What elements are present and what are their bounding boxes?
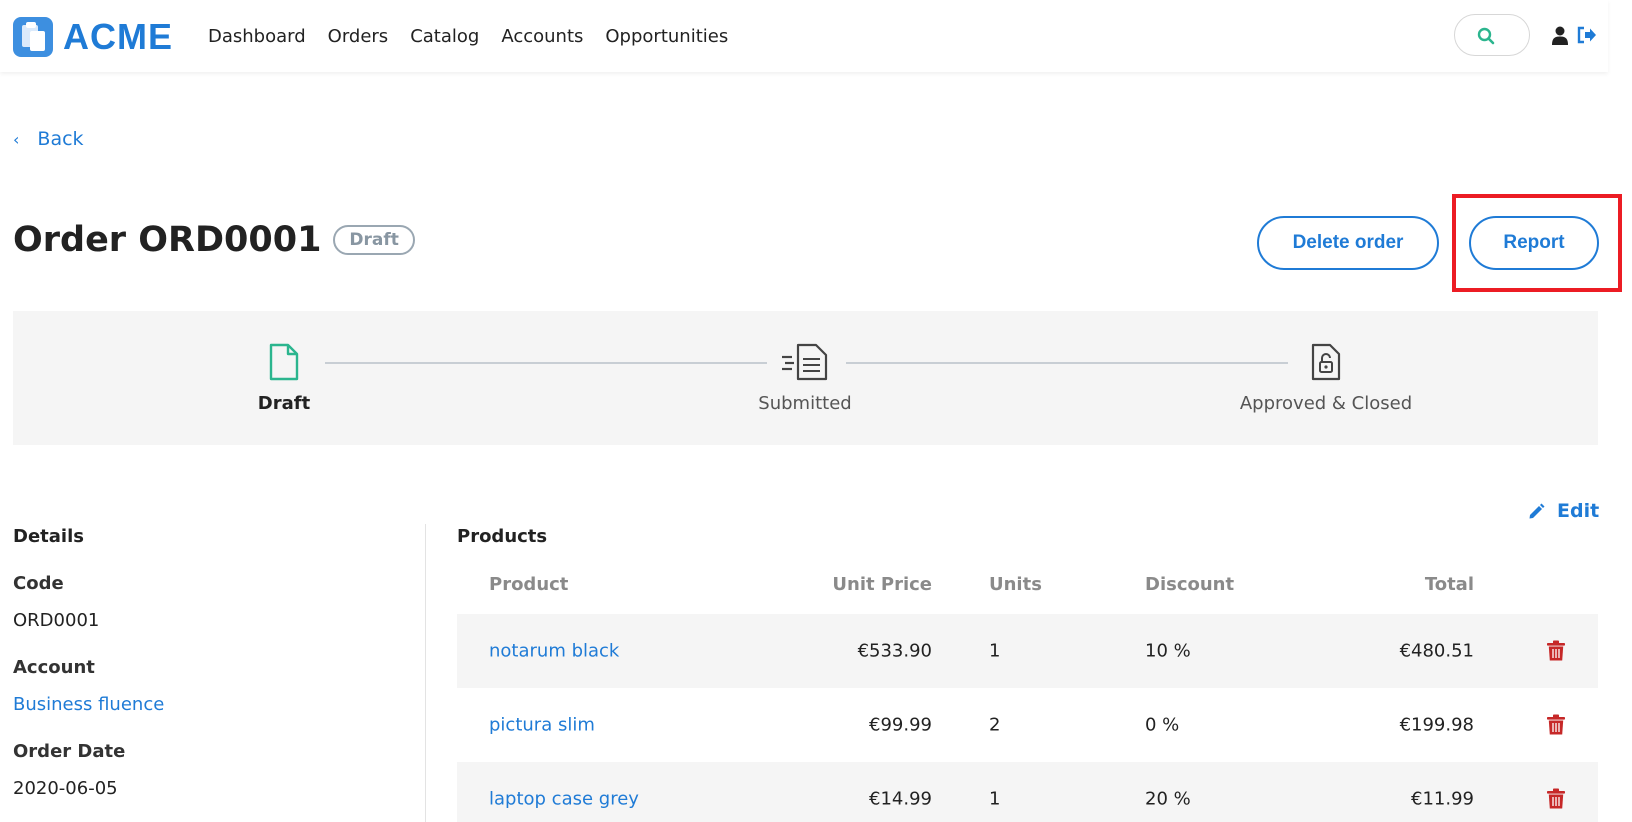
- step-label: Submitted: [758, 393, 852, 414]
- nav-item-dashboard[interactable]: Dashboard: [208, 26, 306, 47]
- trash-icon[interactable]: [1547, 640, 1565, 662]
- status-badge: Draft: [333, 225, 415, 255]
- brand-logo[interactable]: ACME: [13, 16, 173, 58]
- table-header: Product Unit Price Units Discount Total: [457, 562, 1598, 614]
- document-icon: [269, 343, 299, 381]
- discount: 20 %: [1145, 788, 1191, 810]
- unit-price: €533.90: [857, 640, 932, 662]
- nav-item-opportunities[interactable]: Opportunities: [605, 26, 728, 47]
- lock-document-icon: [1311, 343, 1341, 381]
- trash-icon[interactable]: [1547, 714, 1565, 736]
- search-button[interactable]: [1454, 14, 1530, 56]
- total: €199.98: [1399, 714, 1474, 736]
- step-label: Approved & Closed: [1239, 393, 1413, 414]
- product-link[interactable]: laptop case grey: [489, 789, 639, 810]
- back-link[interactable]: ‹ Back: [13, 128, 84, 150]
- step-approved-closed: Approved & Closed: [1206, 343, 1446, 414]
- nav-item-accounts[interactable]: Accounts: [501, 26, 583, 47]
- nav-item-orders[interactable]: Orders: [328, 26, 389, 47]
- table-row: notarum black €533.90 1 10 % €480.51: [457, 614, 1598, 688]
- units: 1: [989, 788, 1001, 810]
- chevron-left-icon: ‹: [13, 129, 20, 149]
- logo-icon: [13, 17, 53, 57]
- brand-name: ACME: [63, 16, 173, 57]
- products-table: Product Unit Price Units Discount Total …: [457, 562, 1598, 822]
- step-draft: Draft: [164, 343, 404, 414]
- col-total: Total: [1424, 574, 1474, 595]
- details-title: Details: [13, 526, 84, 547]
- discount: 0 %: [1145, 714, 1180, 736]
- highlight-box: [1452, 194, 1622, 292]
- code-label: Code: [13, 573, 64, 594]
- col-units: Units: [989, 574, 1042, 595]
- page-title: Order ORD0001: [13, 220, 322, 260]
- column-divider: [425, 524, 426, 822]
- order-date-label: Order Date: [13, 741, 126, 762]
- details-panel: Details Code ORD0001 Account Business fl…: [13, 526, 403, 799]
- products-title: Products: [457, 526, 548, 547]
- nav-item-catalog[interactable]: Catalog: [410, 26, 479, 47]
- back-label: Back: [37, 128, 84, 150]
- step-submitted: Submitted: [685, 343, 925, 414]
- product-link[interactable]: pictura slim: [489, 715, 595, 736]
- table-row: laptop case grey €14.99 1 20 % €11.99: [457, 762, 1598, 822]
- edit-button[interactable]: Edit: [1528, 500, 1599, 522]
- col-unit-price: Unit Price: [832, 574, 932, 595]
- trash-icon[interactable]: [1547, 788, 1565, 810]
- user-icon[interactable]: [1551, 26, 1569, 46]
- col-product: Product: [489, 574, 569, 595]
- units: 1: [989, 640, 1001, 662]
- total: €480.51: [1399, 640, 1474, 662]
- account-label: Account: [13, 657, 95, 678]
- top-navbar: ACME Dashboard Orders Catalog Accounts O…: [0, 0, 1608, 72]
- code-value: ORD0001: [13, 610, 100, 631]
- total: €11.99: [1411, 788, 1474, 810]
- order-status-stepper: Draft Submitted Approved & Closed: [13, 311, 1598, 445]
- pencil-icon: [1529, 503, 1545, 518]
- unit-price: €14.99: [869, 788, 932, 810]
- order-header: Order ORD0001 Draft: [13, 220, 415, 260]
- account-link[interactable]: Business fluence: [13, 694, 403, 715]
- search-icon: [1477, 27, 1495, 45]
- delete-order-button[interactable]: Delete order: [1257, 216, 1439, 270]
- edit-label: Edit: [1557, 500, 1600, 522]
- order-date-value: 2020-06-05: [13, 778, 118, 799]
- unit-price: €99.99: [869, 714, 932, 736]
- product-link[interactable]: notarum black: [489, 641, 619, 662]
- table-row: pictura slim €99.99 2 0 % €199.98: [457, 688, 1598, 762]
- discount: 10 %: [1145, 640, 1191, 662]
- units: 2: [989, 714, 1001, 736]
- submitted-document-icon: [782, 343, 828, 381]
- step-label: Draft: [257, 393, 311, 414]
- logout-icon[interactable]: [1577, 26, 1597, 44]
- col-discount: Discount: [1145, 574, 1235, 595]
- main-nav: Dashboard Orders Catalog Accounts Opport…: [208, 26, 750, 47]
